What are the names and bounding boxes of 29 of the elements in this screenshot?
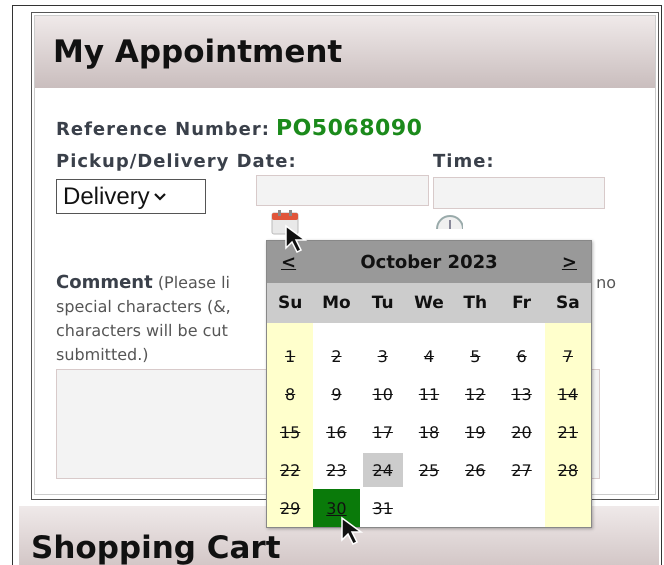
weekday-header: Tu	[360, 283, 406, 323]
comment-hint: characters will be cut	[56, 320, 228, 342]
comment-label: Comment (Please li	[56, 271, 230, 295]
clock-icon[interactable]	[433, 213, 463, 229]
previous-month-link[interactable]: <	[281, 252, 296, 272]
field-label: Pickup/Delivery Date:	[56, 151, 297, 173]
comment-hint: submitted.)	[56, 344, 149, 366]
mode-select[interactable]: Delivery	[56, 179, 206, 214]
section-title: My Appointment	[35, 16, 655, 88]
comment-hint: no	[596, 272, 616, 294]
time-input-field[interactable]	[433, 177, 605, 209]
comment-hint: special characters (&,	[56, 296, 231, 318]
weekday-header: Th	[452, 283, 498, 323]
month-title: October 2023	[360, 252, 498, 272]
weekday-header: Fr	[498, 283, 545, 323]
date-input-field[interactable]	[256, 175, 429, 206]
calendar-icon[interactable]	[270, 209, 300, 235]
field-label: Reference Number:	[56, 119, 270, 141]
reference-number: PO5068090	[276, 116, 422, 141]
weekend-cell-background	[267, 323, 314, 337]
weekday-header: Sa	[544, 283, 591, 323]
field-label: Time:	[433, 151, 495, 173]
weekday-header: We	[406, 283, 452, 323]
chevron-down-icon	[154, 192, 166, 200]
weekend-cell-background	[544, 323, 591, 337]
weekday-header: Su	[267, 283, 314, 323]
section-title: Shopping Cart	[31, 530, 281, 565]
weekday-header: Mo	[313, 283, 360, 323]
next-month-link[interactable]: >	[562, 252, 577, 272]
